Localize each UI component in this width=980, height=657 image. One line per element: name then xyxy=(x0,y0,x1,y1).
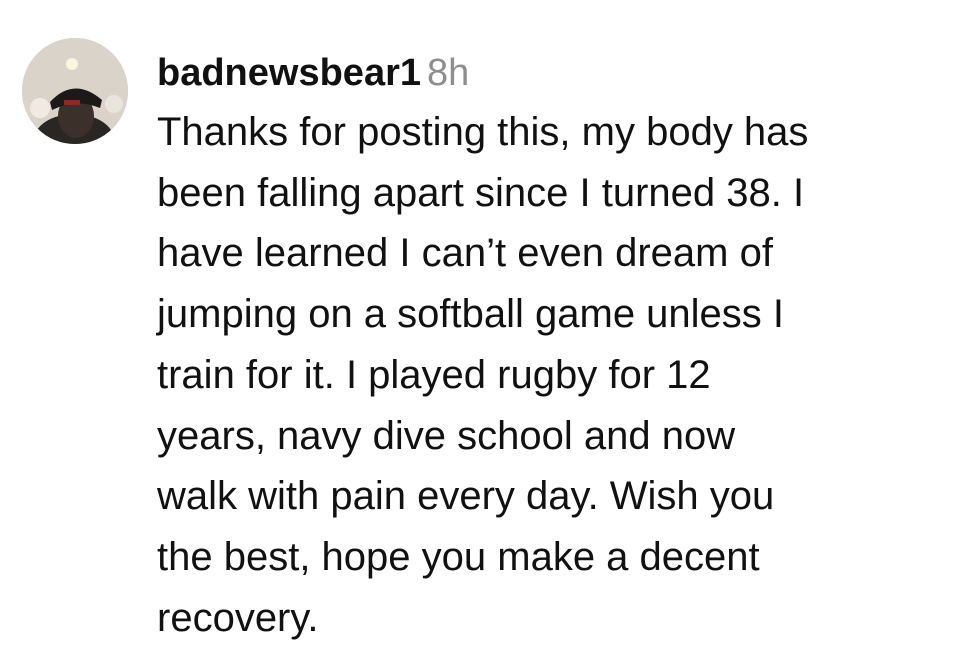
comment-text-line: recovery. xyxy=(157,595,319,640)
comment-text-line: train for it. I played rugby for 12 xyxy=(157,352,711,397)
comment-timestamp: 8h xyxy=(427,52,470,94)
comment-text-line: years, navy dive school and now xyxy=(157,413,736,458)
user-avatar[interactable] xyxy=(22,38,128,144)
comment-text-line: the best, hope you make a decent xyxy=(157,534,760,579)
avatar-photo-icon xyxy=(22,38,128,144)
comment-text: Thanks for posting this, my body has bee… xyxy=(157,102,967,648)
username-link[interactable]: badnewsbear1 xyxy=(157,52,421,94)
comment-text-line: Thanks for posting this, my body has xyxy=(157,110,809,154)
comment-text-line: jumping on a softball game unless I xyxy=(157,292,785,337)
comment-header: badnewsbear1 8h xyxy=(157,44,967,102)
comment-content: badnewsbear1 8h Thanks for posting this, … xyxy=(157,44,967,648)
comment: badnewsbear1 8h Thanks for posting this, … xyxy=(0,0,980,657)
comment-text-line: been falling apart since I turned 38. I xyxy=(157,170,805,215)
comment-text-line: walk with pain every day. Wish you xyxy=(157,474,775,519)
comment-text-line: have learned I can’t even dream of xyxy=(157,231,773,276)
